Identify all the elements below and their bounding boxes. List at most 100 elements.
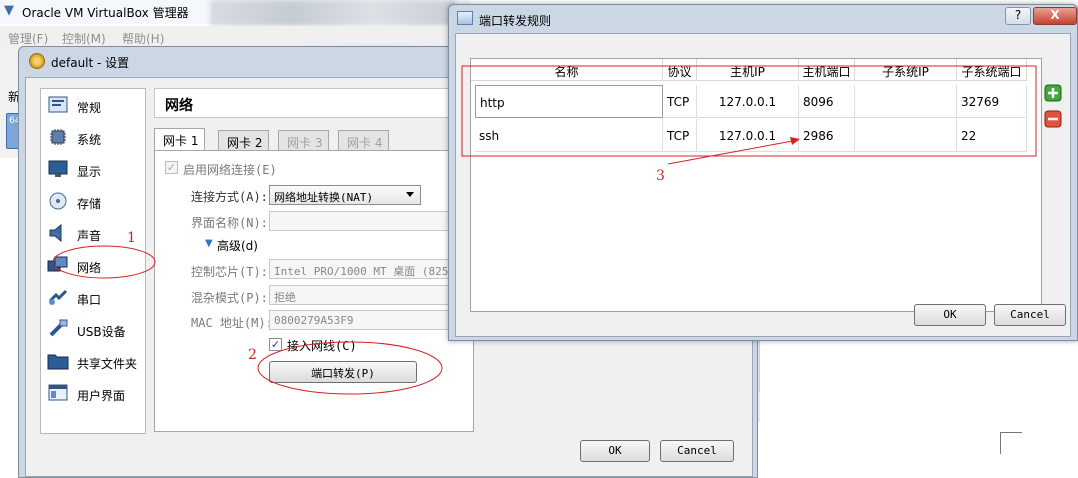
- nav-item-system[interactable]: 系统: [41, 123, 145, 153]
- settings-titlebar: default - 设置: [25, 51, 445, 73]
- usb-icon: [47, 319, 69, 339]
- display-monitor-icon: [47, 159, 69, 179]
- column-header-name[interactable]: 名称: [471, 59, 663, 81]
- menu-control[interactable]: 控制(M): [62, 30, 106, 47]
- main-menubar: 管理(F) 控制(M) 帮助(H): [0, 26, 460, 48]
- column-header-guest-ip[interactable]: 子系统IP: [855, 59, 957, 81]
- expand-triangle-icon[interactable]: ▼: [205, 238, 213, 249]
- tab-adapter-3[interactable]: 网卡 3: [278, 130, 330, 150]
- settings-nav-list: 常规 系统 显示 存储 声音 网络 串口 USB设备 共享文件夹 用户界面: [40, 88, 146, 434]
- nav-label: 串口: [77, 293, 102, 307]
- enable-adapter-label: 启用网络连接(E): [183, 163, 277, 177]
- menu-machine[interactable]: 管理(F): [8, 30, 48, 47]
- nav-label: 共享文件夹: [77, 357, 138, 371]
- pf-ok-button[interactable]: OK: [914, 304, 986, 326]
- table-cell-host-port[interactable]: 8096: [799, 85, 855, 118]
- nav-label: 声音: [77, 229, 102, 243]
- table-cell-host-ip[interactable]: 127.0.0.1: [697, 85, 799, 118]
- column-header-guest-port[interactable]: 子系统端口: [957, 59, 1027, 81]
- table-cell-guest-ip[interactable]: [855, 119, 957, 152]
- enable-adapter-checkbox[interactable]: ✓: [165, 161, 178, 174]
- pf-cancel-button[interactable]: Cancel: [994, 304, 1066, 326]
- table-cell-host-ip[interactable]: 127.0.0.1: [697, 119, 799, 152]
- table-cell-guest-port[interactable]: 32769: [957, 85, 1027, 118]
- nav-label: 系统: [77, 133, 102, 147]
- chevron-down-icon: [406, 192, 414, 197]
- serial-port-icon: [47, 287, 69, 307]
- mac-address-field[interactable]: 0800279A53F9: [269, 310, 475, 330]
- tab-adapter-4[interactable]: 网卡 4: [338, 130, 390, 150]
- attached-to-value: 网络地址转换(NAT): [274, 191, 374, 204]
- nav-label: 用户界面: [77, 389, 126, 403]
- section-title: 网络: [165, 98, 193, 114]
- port-forwarding-dialog: 端口转发规则 ? X 名称 协议 主机IP 主机端口 子系统IP 子系统端口 h…: [448, 4, 1078, 341]
- storage-disk-icon: [47, 191, 69, 211]
- speaker-icon: [47, 223, 69, 243]
- main-window-title: Oracle VM VirtualBox 管理器: [22, 6, 189, 20]
- table-cell-protocol[interactable]: TCP: [663, 119, 697, 152]
- table-cell-name[interactable]: ssh: [475, 119, 663, 152]
- user-interface-icon: [47, 383, 69, 403]
- close-button[interactable]: X: [1033, 7, 1077, 25]
- add-rule-icon[interactable]: [1044, 84, 1062, 102]
- adapter-type-select[interactable]: Intel PRO/1000 MT 桌面 (82540E: [269, 259, 475, 279]
- advanced-toggle[interactable]: 高级(d): [217, 237, 258, 254]
- port-forwarding-body: 名称 协议 主机IP 主机端口 子系统IP 子系统端口 http TCP 127…: [455, 33, 1071, 337]
- port-forwarding-title: 端口转发规则: [479, 14, 552, 28]
- shared-folder-icon: [47, 351, 69, 371]
- help-button[interactable]: ?: [1005, 7, 1031, 25]
- port-forwarding-titlebar: 端口转发规则: [455, 8, 755, 30]
- table-cell-guest-port[interactable]: 22: [957, 119, 1027, 152]
- nav-label: 常规: [77, 101, 102, 115]
- port-forwarding-window-icon: [457, 11, 473, 25]
- nav-item-storage[interactable]: 存储: [41, 187, 145, 217]
- nav-item-shared-folders[interactable]: 共享文件夹: [41, 347, 145, 377]
- promiscuous-label: 混杂模式(P):: [191, 291, 268, 305]
- annotation-step-1: 1: [127, 230, 136, 246]
- nav-label: USB设备: [77, 325, 126, 339]
- tab-adapter-1[interactable]: 网卡 1: [154, 128, 206, 150]
- table-cell-protocol[interactable]: TCP: [663, 85, 697, 118]
- column-header-host-ip[interactable]: 主机IP: [697, 59, 799, 81]
- column-header-protocol[interactable]: 协议: [663, 59, 697, 81]
- nav-item-network[interactable]: 网络: [41, 251, 145, 281]
- virtualbox-logo-icon: ▼: [4, 3, 14, 18]
- network-icon: [47, 255, 69, 275]
- nav-label: 显示: [77, 165, 102, 179]
- port-forwarding-button[interactable]: 端口转发(P): [269, 361, 417, 383]
- tab-adapter-2[interactable]: 网卡 2: [218, 130, 270, 150]
- annotation-step-3: 3: [656, 168, 665, 184]
- remove-rule-icon[interactable]: [1044, 110, 1062, 128]
- nav-item-serial-ports[interactable]: 串口: [41, 283, 145, 313]
- cable-connected-label: 接入网线(C): [287, 339, 357, 353]
- column-header-host-port[interactable]: 主机端口: [799, 59, 855, 81]
- port-forwarding-table: 名称 协议 主机IP 主机端口 子系统IP 子系统端口 http TCP 127…: [470, 58, 1042, 312]
- main-details-area: [760, 340, 1078, 478]
- settings-ok-button[interactable]: OK: [580, 440, 650, 462]
- promiscuous-select[interactable]: 拒绝: [269, 285, 475, 305]
- annotation-step-2: 2: [248, 347, 257, 363]
- general-icon: [47, 95, 69, 115]
- adapter-type-label: 控制芯片(T):: [191, 265, 268, 279]
- section-header: 网络: [154, 88, 474, 118]
- interface-name-field[interactable]: [269, 211, 475, 231]
- nav-item-display[interactable]: 显示: [41, 155, 145, 185]
- adapter-tab-panel: ✓ 启用网络连接(E) 连接方式(A): 网络地址转换(NAT) 界面名称(N)…: [154, 150, 475, 432]
- menu-help[interactable]: 帮助(H): [122, 30, 164, 47]
- nav-label: 存储: [77, 197, 102, 211]
- system-chip-icon: [47, 127, 69, 147]
- settings-cancel-button[interactable]: Cancel: [660, 440, 734, 462]
- cable-connected-checkbox[interactable]: ✓: [269, 338, 282, 351]
- mac-address-label: MAC 地址(M):: [191, 316, 273, 330]
- nav-item-general[interactable]: 常规: [41, 91, 145, 121]
- nav-label: 网络: [77, 261, 102, 275]
- table-cell-name[interactable]: http: [475, 85, 663, 118]
- nav-item-user-interface[interactable]: 用户界面: [41, 379, 145, 409]
- nav-item-usb[interactable]: USB设备: [41, 315, 145, 345]
- table-cell-host-port[interactable]: 2986: [799, 119, 855, 152]
- attached-to-select[interactable]: 网络地址转换(NAT): [269, 185, 421, 205]
- table-cell-guest-ip[interactable]: [855, 85, 957, 118]
- corner-mark: [1000, 432, 1022, 454]
- blurred-region: [210, 0, 455, 26]
- settings-title: default - 设置: [51, 56, 130, 70]
